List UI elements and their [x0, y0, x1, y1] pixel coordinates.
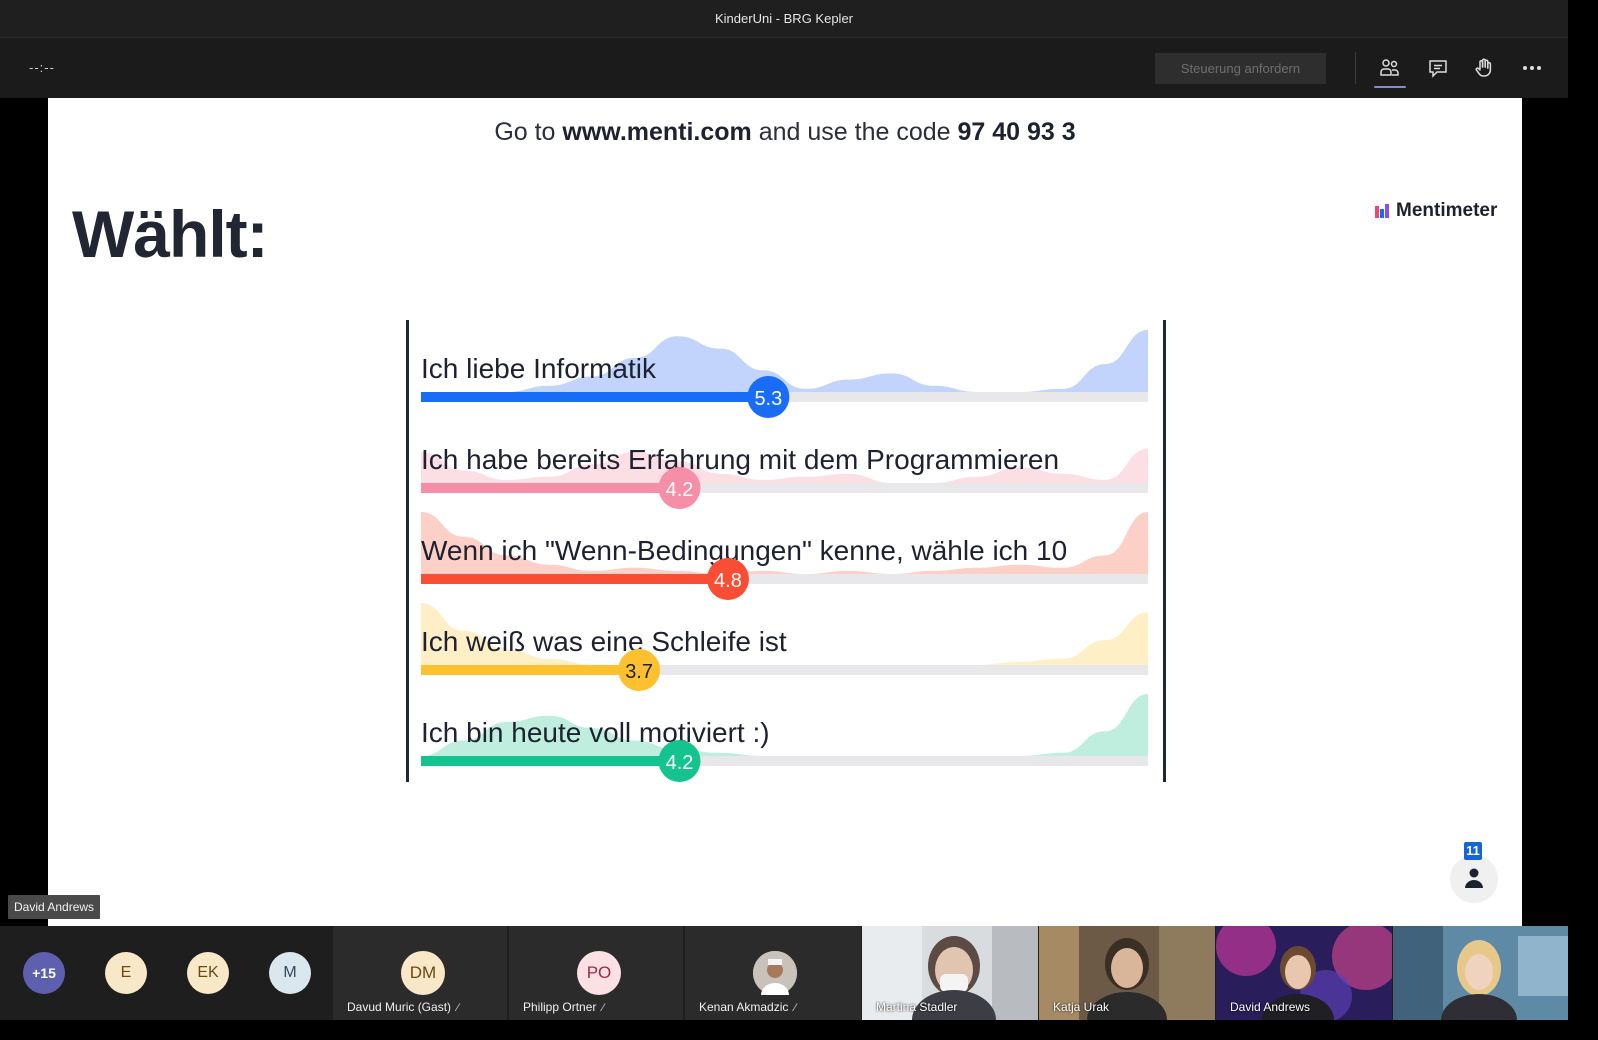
participant-photo	[753, 951, 797, 995]
title-bar: KinderUni - BRG Kepler	[0, 0, 1568, 38]
participant-avatar[interactable]: E	[105, 952, 147, 994]
category-label: Ich liebe Informatik	[421, 353, 657, 384]
chat-icon[interactable]	[1425, 55, 1451, 81]
meeting-toolbar: --:-- Steuerung anfordern	[0, 38, 1568, 98]
participant-name: Katja Urak	[1053, 1000, 1110, 1014]
value-label: 4.2	[666, 479, 694, 501]
bar	[421, 665, 640, 675]
participant-tile[interactable]: PO Philipp Ortner ∕	[509, 926, 683, 1020]
mic-muted-icon: ∕	[794, 1002, 797, 1014]
value-label: 4.2	[666, 752, 694, 774]
participant-video-tile[interactable]: Martina Stadler	[862, 926, 1038, 1020]
bar	[421, 483, 680, 493]
mic-muted-icon: ∕	[602, 1002, 605, 1014]
value-label: 3.7	[625, 661, 653, 683]
scale-chart-svg: Ich liebe Informatik 5.3 Ich habe bereits …	[406, 320, 1166, 782]
participant-label: Kenan Akmadzic ∕	[699, 1000, 796, 1014]
participant-video-tile[interactable]	[1393, 926, 1568, 1020]
participant-name: Kenan Akmadzic	[699, 1000, 789, 1014]
mentimeter-brand: Mentimeter	[1374, 200, 1497, 222]
participant-label: Philipp Ortner ∕	[523, 1000, 604, 1014]
participant-label: Davud Muric (Gast) ∕	[347, 1000, 459, 1014]
bar	[421, 392, 769, 402]
scale-chart: Ich liebe Informatik 5.3 Ich habe bereits …	[406, 320, 1168, 784]
participant-name: Philipp Ortner	[523, 1000, 597, 1014]
participant-name: Martina Stadler	[876, 1000, 958, 1014]
join-code: 97 40 93 3	[957, 118, 1076, 146]
window-title: KinderUni - BRG Kepler	[715, 11, 853, 26]
join-middle: and use the code	[751, 118, 958, 146]
participants-active-indicator	[1374, 86, 1406, 88]
bar	[421, 756, 680, 766]
person-icon	[1465, 868, 1483, 888]
category-label: Ich habe bereits Erfahrung mit dem Progr…	[421, 444, 1059, 475]
participant-avatar[interactable]: EK	[187, 952, 229, 994]
participant-gallery: +15 E EK M DM Davud Muric (Gast) ∕ PO Phi…	[0, 926, 1568, 1020]
bar	[421, 574, 728, 584]
participant-video	[1393, 926, 1568, 1020]
category-label: Ich weiß was eine Schleife ist	[421, 626, 787, 657]
slide-heading: Wählt:	[72, 197, 269, 271]
more-options-icon[interactable]	[1519, 55, 1545, 81]
category-label: Wenn ich "Wenn-Bedingungen" kenne, wähle…	[421, 535, 1067, 566]
value-label: 5.3	[754, 388, 782, 410]
overflow-participants-button[interactable]: +15	[23, 952, 65, 994]
participant-tile[interactable]: Kenan Akmadzic ∕	[685, 926, 861, 1020]
category-label: Ich bin heute voll motiviert :)	[421, 717, 770, 748]
toolbar-divider	[1355, 52, 1356, 84]
shared-slide: Go to www.menti.com and use the code 97 …	[48, 98, 1522, 926]
participant-video-tile[interactable]: David Andrews	[1216, 926, 1392, 1020]
participant-video-tile[interactable]: Katja Urak	[1039, 926, 1215, 1020]
response-count-badge: 11	[1464, 842, 1482, 860]
participants-icon[interactable]	[1377, 55, 1403, 81]
participant-photo-avatar	[753, 951, 797, 995]
participant-avatar: PO	[577, 951, 621, 995]
participant-name: David Andrews	[1230, 1000, 1311, 1014]
left-rail	[406, 320, 409, 782]
participant-tile[interactable]: DM Davud Muric (Gast) ∕	[333, 926, 507, 1020]
meeting-timer: --:--	[29, 60, 55, 75]
mentimeter-logo-icon	[1375, 204, 1389, 218]
join-instructions: Go to www.menti.com and use the code 97 …	[48, 118, 1522, 147]
join-prefix: Go to	[494, 118, 563, 146]
request-control-button[interactable]: Steuerung anfordern	[1155, 53, 1326, 84]
mic-muted-icon: ∕	[457, 1002, 459, 1014]
presenter-name-tag: David Andrews	[8, 895, 101, 919]
right-rail	[1163, 320, 1166, 782]
value-label: 4.8	[714, 570, 742, 592]
responses-indicator	[1450, 855, 1498, 903]
participant-avatar[interactable]: M	[269, 952, 311, 994]
participant-avatar: DM	[401, 951, 445, 995]
raise-hand-icon[interactable]	[1471, 55, 1497, 81]
mentimeter-name: Mentimeter	[1396, 200, 1498, 221]
participant-name: Davud Muric (Gast)	[347, 1000, 452, 1014]
join-url: www.menti.com	[562, 118, 752, 146]
